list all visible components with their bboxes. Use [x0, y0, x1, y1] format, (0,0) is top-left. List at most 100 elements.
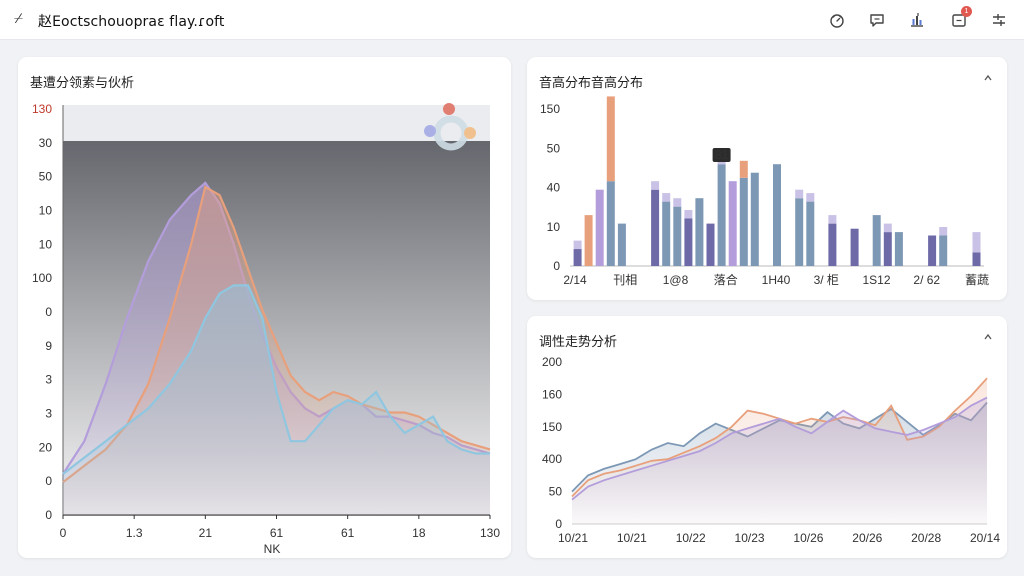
- area-chart-trend: 20016015040050010/21 10/21 10/22 10/23 10/26…: [542, 355, 1000, 545]
- y-tick-label: 0: [45, 508, 52, 522]
- x-tick-label: 61: [341, 526, 355, 540]
- x-tick-label: 61: [270, 526, 284, 540]
- bar: [606, 181, 615, 266]
- bar: [651, 189, 660, 266]
- bar: [894, 232, 903, 266]
- tooltip-label: 81: [715, 148, 729, 162]
- y-tick-label: 30: [39, 136, 53, 150]
- bar: [872, 215, 881, 266]
- y-tick-label: 10: [547, 220, 561, 234]
- x-tick-label: 蓄蔬: [965, 273, 989, 287]
- bar: [739, 160, 748, 178]
- dashboard-icon[interactable]: [826, 9, 848, 31]
- y-tick-label: 130: [32, 102, 52, 116]
- bar: [773, 164, 781, 266]
- x-tick-label: 18: [412, 526, 426, 540]
- x-tick-label: 1S12: [862, 273, 890, 287]
- y-tick-label: 50: [547, 141, 561, 155]
- y-tick-label: 40: [547, 181, 561, 195]
- y-tick-label: 20: [39, 440, 53, 454]
- bar: [828, 223, 837, 266]
- notification-icon[interactable]: 1: [948, 6, 972, 31]
- legend-dot-icon: [443, 103, 455, 115]
- y-tick-label: 10: [39, 204, 53, 218]
- comment-icon[interactable]: [866, 9, 888, 31]
- bar: [662, 193, 671, 202]
- x-tick-label: 20/26: [852, 531, 882, 545]
- bar-chart-icon[interactable]: [906, 9, 928, 31]
- bar: [939, 235, 948, 266]
- y-tick-label: 9: [45, 339, 52, 353]
- bar: [883, 232, 892, 266]
- bar: [717, 164, 726, 266]
- x-tick-label: 1.3: [126, 526, 143, 540]
- y-tick-label: 150: [542, 420, 562, 434]
- bar: [850, 228, 859, 266]
- x-tick-label: 10/22: [676, 531, 706, 545]
- bar: [806, 201, 815, 266]
- top-bar: ⌿ 赵Eoctschouopraε flay.ɾoft 1: [0, 0, 1024, 40]
- notification-badge: 1: [961, 6, 972, 17]
- bar-chart-pitch: 150 50 40 10 0 81 2/14 刊相 1@8 落合 1H40 3/ 柜 1S12 2/ 62…: [540, 96, 989, 287]
- bar: [795, 198, 804, 266]
- y-tick-label: 50: [549, 485, 563, 499]
- y-tick-label: 0: [45, 474, 52, 488]
- y-tick-label: 200: [542, 355, 562, 369]
- bar: [584, 215, 593, 266]
- y-tick-label: 3: [45, 407, 52, 421]
- y-tick-label: 400: [542, 452, 562, 466]
- panel-tonality-trend: 调性走势分析 200 160 150 400 50 0 10/21 10/21 10/22 10/…: [527, 316, 1007, 558]
- x-tick-label: 21: [199, 526, 213, 540]
- bar: [928, 235, 937, 266]
- y-tick-label: 10: [39, 237, 53, 251]
- x-axis-label: NK: [264, 542, 281, 556]
- x-tick-label: 10/23: [735, 531, 765, 545]
- x-tick-label: 20/14: [970, 531, 1000, 545]
- bar: [739, 177, 748, 266]
- x-tick-label: 20/28: [911, 531, 941, 545]
- bar: [684, 218, 693, 266]
- x-tick-label: 1@8: [663, 273, 689, 287]
- bar: [883, 223, 892, 233]
- bar: [806, 193, 815, 202]
- bar: [939, 227, 948, 236]
- y-tick-label: 3: [45, 373, 52, 387]
- x-tick-label: 130: [480, 526, 500, 540]
- x-tick-label: 落合: [714, 272, 738, 287]
- x-tick-label: 3/ 柜: [814, 273, 839, 287]
- bar: [673, 198, 682, 207]
- y-tick-label: 160: [542, 387, 562, 401]
- x-tick-label: 10/21: [558, 531, 588, 545]
- bar: [750, 172, 759, 266]
- bar: [573, 240, 582, 250]
- y-tick-label: 0: [555, 517, 562, 531]
- app-logo-icon: ⌿: [14, 9, 24, 27]
- y-tick-label: 100: [32, 271, 52, 285]
- panel-pitch-distribution: 音高分布音高分布 150 50 40 10 0 81 2/14 刊相 1@8 落合 1H40 3/ 柜…: [527, 57, 1007, 300]
- bar: [828, 215, 837, 224]
- y-tick-label: 150: [540, 102, 560, 116]
- bar: [972, 252, 981, 266]
- area-chart-main: 13030501010100093320000 1.3 21 61 61 18 130NK: [32, 102, 500, 556]
- legend-dot-icon: [464, 127, 476, 139]
- legend-dot-icon: [424, 125, 436, 137]
- bar: [795, 189, 804, 199]
- y-tick-label: 50: [39, 170, 53, 184]
- plot-header-band: [63, 105, 490, 141]
- bar: [972, 232, 981, 253]
- app-title: 赵Eoctschouopraε flay.ɾoft: [38, 14, 225, 30]
- y-tick-label: 0: [553, 259, 560, 273]
- bar: [662, 201, 671, 266]
- bar: [573, 249, 582, 266]
- x-tick-label: 10/21: [617, 531, 647, 545]
- x-tick-label: 刊相: [613, 273, 637, 287]
- bar: [673, 206, 682, 266]
- bar: [706, 223, 715, 266]
- x-tick-label: 2/ 62: [913, 273, 940, 287]
- settings-sliders-icon[interactable]: [988, 9, 1010, 31]
- bar: [684, 210, 693, 219]
- x-tick-label: 10/26: [793, 531, 823, 545]
- x-tick-label: 0: [60, 526, 67, 540]
- bar: [595, 189, 604, 266]
- bar: [617, 223, 626, 266]
